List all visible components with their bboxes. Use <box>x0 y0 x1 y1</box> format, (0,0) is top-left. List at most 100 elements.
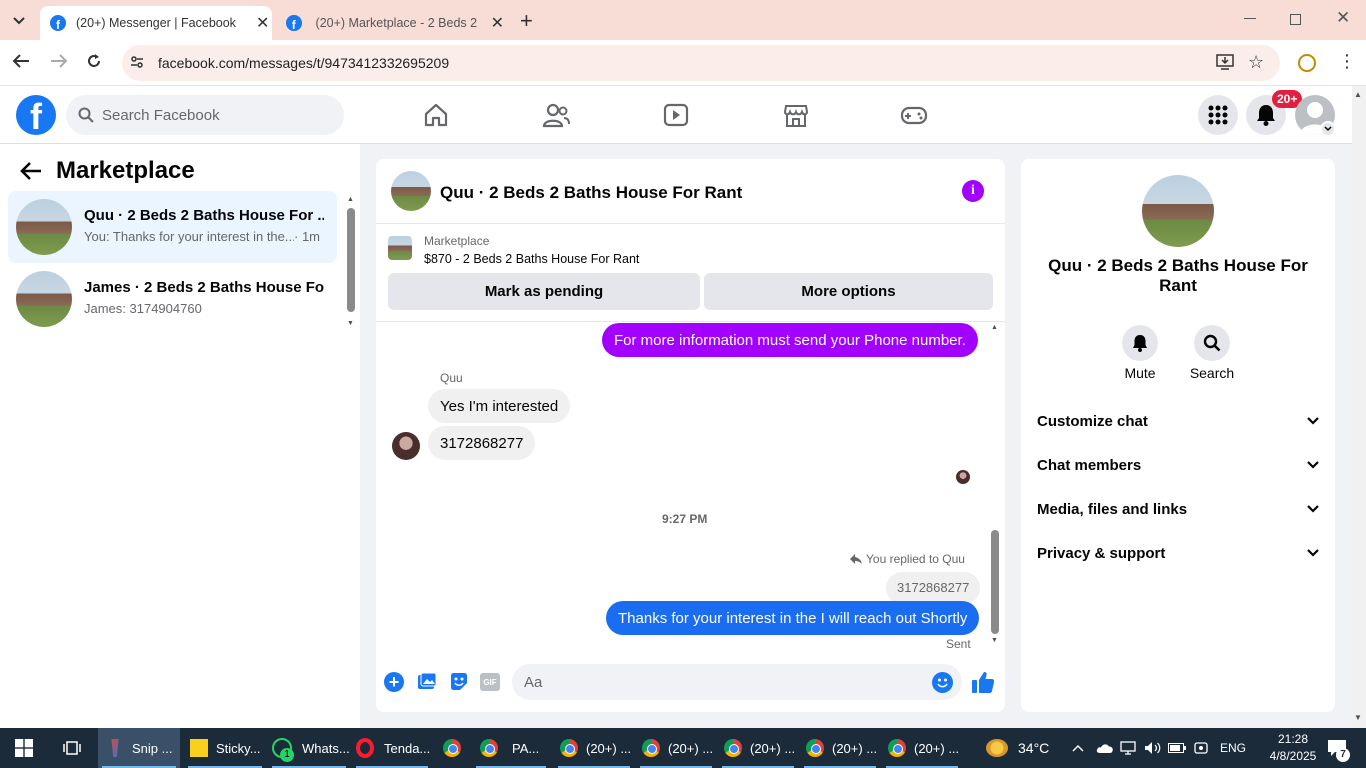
profile-icon[interactable] <box>1298 54 1316 72</box>
listing-thumbnail[interactable] <box>388 236 412 260</box>
friends-nav-icon[interactable] <box>540 100 572 130</box>
show-hidden-icons-button[interactable] <box>1072 728 1084 768</box>
video-nav-icon[interactable] <box>660 100 692 130</box>
search-circle[interactable] <box>1194 325 1230 361</box>
onedrive-icon[interactable] <box>1096 728 1114 768</box>
forward-arrow-icon[interactable] <box>50 53 68 69</box>
mute-circle[interactable] <box>1122 325 1158 361</box>
tab-search-button[interactable] <box>8 10 30 32</box>
input-language[interactable]: ENG <box>1220 728 1246 768</box>
marketplace-nav-icon[interactable] <box>780 100 812 130</box>
taskbar-app-fb-5[interactable]: (20+) ... <box>882 728 962 768</box>
taskbar-app-chrome[interactable] <box>436 728 468 768</box>
facebook-logo-icon[interactable]: f <box>16 95 56 135</box>
meet-now-icon[interactable] <box>1194 728 1208 768</box>
browser-tab-marketplace[interactable]: f (20+) Marketplace - 2 Beds 2 B ✕ <box>278 6 504 40</box>
start-button[interactable] <box>0 728 48 768</box>
sender-avatar[interactable] <box>392 432 420 460</box>
sticky-notes-icon <box>190 739 208 757</box>
restore-window-icon[interactable] <box>1290 14 1301 25</box>
reload-icon[interactable] <box>86 53 102 69</box>
mark-as-pending-button[interactable]: Mark as pending <box>388 273 700 310</box>
search-input[interactable] <box>102 106 322 124</box>
page-scroll-up-icon[interactable]: ▲ <box>1354 90 1362 99</box>
site-settings-icon[interactable] <box>130 55 144 69</box>
new-tab-button[interactable]: + <box>520 8 533 34</box>
sticker-icon[interactable] <box>449 672 469 692</box>
outgoing-message[interactable]: Thanks for your interest in the I will r… <box>606 601 980 635</box>
like-thumbs-up-icon[interactable] <box>971 670 995 694</box>
scrollbar-thumb[interactable] <box>347 208 355 312</box>
browser-tab-messenger[interactable]: f (20+) Messenger | Facebook ✕ <box>40 6 272 40</box>
listing-detail[interactable]: $870 - 2 Beds 2 Baths House For Rant <box>424 252 639 266</box>
more-actions-plus-icon[interactable]: + <box>384 672 404 692</box>
conversation-info-title: Quu · 2 Beds 2 Baths House For Rant <box>1048 256 1308 295</box>
attach-photo-icon[interactable] <box>417 672 437 692</box>
taskbar-app-fb-4[interactable]: (20+) ... <box>800 728 880 768</box>
outgoing-message[interactable]: For more information must send your Phon… <box>602 323 978 357</box>
notification-center-button[interactable] <box>1322 728 1352 768</box>
more-options-button[interactable]: More options <box>704 273 993 310</box>
chat-scrollbar[interactable]: ▲ ▼ <box>990 324 1000 648</box>
gif-icon[interactable]: GIF <box>480 673 500 691</box>
back-button[interactable] <box>20 161 42 181</box>
scrollbar-thumb[interactable] <box>991 530 999 634</box>
scroll-up-icon[interactable]: ▲ <box>991 324 998 331</box>
section-media-files-links[interactable]: Media, files and links <box>1037 497 1319 521</box>
bookmark-star-icon[interactable]: ☆ <box>1248 52 1264 73</box>
mute-button[interactable]: Mute <box>1105 325 1175 381</box>
scroll-down-icon[interactable]: ▼ <box>347 320 354 327</box>
taskbar-app-pa[interactable]: PA... <box>472 728 550 768</box>
conversation-title: Quu · 2 Beds 2 Baths House For ... <box>84 207 324 224</box>
incoming-message[interactable]: 3172868277 <box>428 426 536 460</box>
message-input[interactable] <box>512 664 912 700</box>
taskbar-app-whatsapp[interactable]: 1 Whats... <box>268 728 350 768</box>
whatsapp-badge: 1 <box>280 748 294 762</box>
emoji-icon[interactable] <box>932 672 953 693</box>
section-customize-chat[interactable]: Customize chat <box>1037 409 1319 433</box>
section-privacy-support[interactable]: Privacy & support <box>1037 541 1319 565</box>
taskbar-app-fb-1[interactable]: (20+) ... <box>554 728 634 768</box>
account-chevron-icon[interactable] <box>1320 121 1336 137</box>
search-in-conversation-button[interactable]: Search <box>1177 325 1247 381</box>
battery-icon[interactable] <box>1168 728 1186 768</box>
left-panel-scrollbar[interactable]: ▲ ▼ <box>346 196 356 328</box>
scroll-down-icon[interactable]: ▼ <box>991 637 998 644</box>
page-scroll-down-icon[interactable]: ▼ <box>1354 713 1362 722</box>
taskbar-app-fb-3[interactable]: (20+) ... <box>718 728 798 768</box>
back-arrow-icon[interactable] <box>12 53 30 69</box>
close-window-icon[interactable]: ✕ <box>1336 8 1350 28</box>
gaming-nav-icon[interactable] <box>898 100 930 130</box>
section-label: Customize chat <box>1037 412 1148 430</box>
taskbar-app-tenda[interactable]: Tenda... <box>352 728 432 768</box>
section-chat-members[interactable]: Chat members <box>1037 453 1319 477</box>
task-view-button[interactable] <box>52 728 92 768</box>
info-icon[interactable]: i <box>962 180 984 202</box>
close-tab-icon[interactable]: ✕ <box>256 13 269 33</box>
weather-widget[interactable]: 34°C <box>986 728 1049 768</box>
scroll-up-icon[interactable]: ▲ <box>347 196 354 203</box>
taskbar-app-label: (20+) ... <box>668 740 714 756</box>
chrome-icon <box>480 739 498 757</box>
page-scrollbar[interactable] <box>1352 86 1366 728</box>
replied-quote[interactable]: 3172868277 <box>886 572 981 604</box>
message-composer[interactable] <box>512 664 962 700</box>
network-icon[interactable] <box>1120 728 1136 768</box>
install-app-icon[interactable] <box>1216 54 1234 70</box>
clock[interactable]: 21:28 4/8/2025 <box>1266 731 1320 765</box>
message-status: Sent <box>946 637 971 651</box>
chat-title[interactable]: Quu · 2 Beds 2 Baths House For Rant <box>440 183 742 203</box>
minimize-window-icon[interactable] <box>1244 18 1256 19</box>
facebook-favicon-icon: f <box>286 15 302 31</box>
facebook-search-box[interactable] <box>66 95 344 135</box>
close-tab-icon[interactable]: ✕ <box>491 13 504 33</box>
volume-icon[interactable] <box>1144 728 1162 768</box>
chat-avatar[interactable] <box>391 171 431 211</box>
menu-grid-button[interactable] <box>1198 95 1238 135</box>
taskbar-app-sticky[interactable]: Sticky... <box>184 728 266 768</box>
taskbar-app-fb-2[interactable]: (20+) ... <box>636 728 716 768</box>
browser-menu-icon[interactable]: ⋮ <box>1338 52 1356 70</box>
home-nav-icon[interactable] <box>420 100 452 130</box>
incoming-message[interactable]: Yes I'm interested <box>428 389 571 423</box>
taskbar-app-snip[interactable]: Snip ... <box>98 728 180 768</box>
